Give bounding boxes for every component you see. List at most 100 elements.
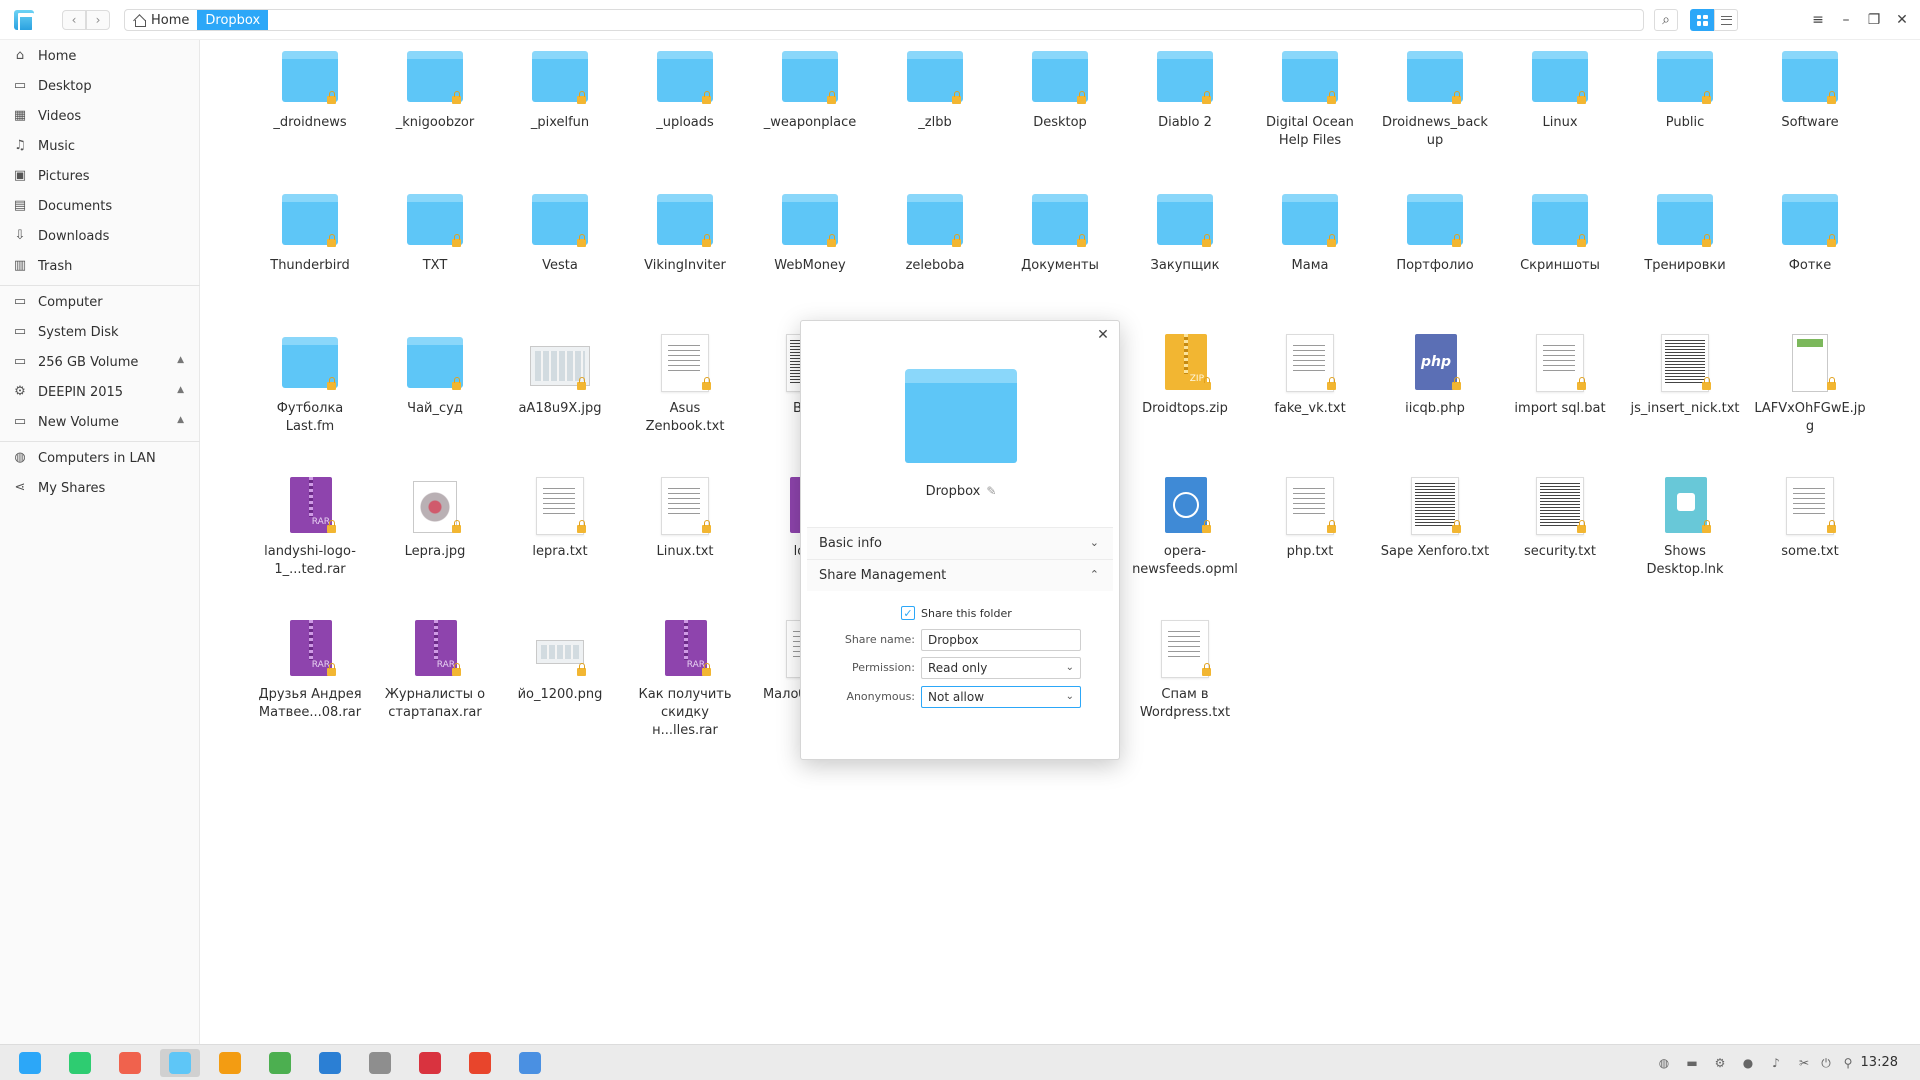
folder-item[interactable]: Скриншоты: [1500, 189, 1620, 275]
file-item[interactable]: Спам в Wordpress.txt: [1125, 618, 1245, 722]
forward-button[interactable]: ›: [86, 10, 110, 30]
sidebar-item-computers-in-lan[interactable]: ◍ Computers in LAN: [0, 445, 200, 471]
file-item[interactable]: lepra.txt: [500, 475, 620, 561]
folder-item[interactable]: Фотке: [1750, 189, 1870, 275]
network-tray-icon[interactable]: ◍: [1656, 1055, 1672, 1071]
share-folder-checkbox[interactable]: ✓: [901, 606, 915, 620]
file-item[interactable]: Shows Desktop.lnk: [1625, 475, 1745, 579]
sidebar-item-computer[interactable]: ▭ Computer: [0, 289, 200, 315]
folder-item[interactable]: Droidnews_back up: [1375, 46, 1495, 150]
sidebar-item-music[interactable]: ♫ Music: [0, 133, 200, 159]
sidebar-item-downloads[interactable]: ⇩ Downloads: [0, 223, 200, 249]
folder-item[interactable]: Digital Ocean Help Files: [1250, 46, 1370, 150]
dock-settings[interactable]: [360, 1049, 400, 1077]
dock-screen-recorder[interactable]: [110, 1049, 150, 1077]
folder-item[interactable]: TXT: [375, 189, 495, 275]
sidebar-item-system-disk[interactable]: ▭ System Disk: [0, 319, 200, 345]
file-item[interactable]: Как получить скидку н...lles.rar: [625, 618, 745, 740]
folder-item[interactable]: Мама: [1250, 189, 1370, 275]
sidebar-item-my-shares[interactable]: ⋖ My Shares: [0, 475, 200, 501]
dock-file-manager[interactable]: [160, 1049, 200, 1077]
dock-video-player[interactable]: [310, 1049, 350, 1077]
folder-item[interactable]: Public: [1625, 46, 1745, 132]
file-item[interactable]: Sape Xenforo.txt: [1375, 475, 1495, 561]
volume-icon[interactable]: ♪: [1768, 1055, 1784, 1071]
sidebar-item-256-gb-volume[interactable]: ▭ 256 GB Volume ▲: [0, 349, 200, 375]
file-item[interactable]: php.txt: [1250, 475, 1370, 561]
eject-icon[interactable]: ▲: [177, 355, 184, 365]
screenshot-icon[interactable]: ✂: [1796, 1055, 1812, 1071]
folder-item[interactable]: Портфолио: [1375, 189, 1495, 275]
file-item[interactable]: js_insert_nick.txt: [1625, 332, 1745, 418]
file-item[interactable]: fake_vk.txt: [1250, 332, 1370, 418]
share-management-section[interactable]: Share Management ⌃: [807, 559, 1113, 591]
notification-icon[interactable]: ●: [1740, 1055, 1756, 1071]
tray-app-icon[interactable]: ⚙: [1712, 1055, 1728, 1071]
folder-item[interactable]: Linux: [1500, 46, 1620, 132]
folder-item[interactable]: zeleboba: [875, 189, 995, 275]
minimize-button[interactable]: –: [1834, 9, 1858, 31]
menu-button[interactable]: ≡: [1806, 9, 1830, 31]
sidebar-item-home[interactable]: ⌂ Home: [0, 43, 200, 69]
sidebar-item-trash[interactable]: ▥ Trash: [0, 253, 200, 279]
anonymous-select[interactable]: Not allow ⌄: [921, 686, 1081, 708]
file-item[interactable]: Lepra.jpg: [375, 475, 495, 561]
folder-item[interactable]: Футболка Last.fm: [250, 332, 370, 436]
eject-icon[interactable]: ▲: [177, 415, 184, 425]
file-item[interactable]: landyshi-logo-1_...ted.rar: [250, 475, 370, 579]
file-item[interactable]: php iicqb.php: [1375, 332, 1495, 418]
file-item[interactable]: aA18u9X.jpg: [500, 332, 620, 418]
sidebar-item-deepin-2015[interactable]: ⚙ DEEPIN 2015 ▲: [0, 379, 200, 405]
folder-item[interactable]: Software: [1750, 46, 1870, 132]
folder-item[interactable]: WebMoney: [750, 189, 870, 275]
folder-item[interactable]: Desktop: [1000, 46, 1120, 132]
folder-item[interactable]: Diablo 2: [1125, 46, 1245, 132]
folder-item[interactable]: Тренировки: [1625, 189, 1745, 275]
file-item[interactable]: LAFVxOhFGwE.jpg: [1750, 332, 1870, 436]
dock-desktop[interactable]: [60, 1049, 100, 1077]
file-item[interactable]: Linux.txt: [625, 475, 745, 561]
file-item[interactable]: Asus Zenbook.txt: [625, 332, 745, 436]
edit-pencil-icon[interactable]: ✎: [986, 484, 996, 498]
back-button[interactable]: ‹: [62, 10, 86, 30]
usb-icon[interactable]: ⚲: [1840, 1055, 1856, 1071]
icon-view-button[interactable]: [1690, 9, 1714, 31]
sidebar-item-desktop[interactable]: ▭ Desktop: [0, 73, 200, 99]
folder-item[interactable]: Чай_суд: [375, 332, 495, 418]
dock-media-player[interactable]: [260, 1049, 300, 1077]
close-window-button[interactable]: ✕: [1890, 9, 1914, 31]
dialog-close-button[interactable]: ✕: [1095, 327, 1111, 343]
folder-item[interactable]: _droidnews: [250, 46, 370, 132]
file-item[interactable]: Droidtops.zip: [1125, 332, 1245, 418]
sidebar-item-pictures[interactable]: ▣ Pictures: [0, 163, 200, 189]
list-view-button[interactable]: [1714, 9, 1738, 31]
sidebar-item-new-volume[interactable]: ▭ New Volume ▲: [0, 409, 200, 435]
folder-item[interactable]: _zlbb: [875, 46, 995, 132]
file-item[interactable]: йо_1200.png: [500, 618, 620, 704]
dock-terminal[interactable]: [410, 1049, 450, 1077]
file-item[interactable]: some.txt: [1750, 475, 1870, 561]
folder-item[interactable]: Vesta: [500, 189, 620, 275]
dock-yandex-browser[interactable]: [460, 1049, 500, 1077]
folder-item[interactable]: VikingInviter: [625, 189, 745, 275]
share-name-input[interactable]: Dropbox: [921, 629, 1081, 651]
dock-qbittorrent[interactable]: [510, 1049, 550, 1077]
search-button[interactable]: ⌕: [1654, 9, 1678, 31]
basic-info-section[interactable]: Basic info ⌄: [807, 527, 1113, 559]
file-item[interactable]: Друзья Андрея Матвее...08.rar: [250, 618, 370, 722]
keyboard-layout-icon[interactable]: ▬: [1684, 1055, 1700, 1071]
eject-icon[interactable]: ▲: [177, 385, 184, 395]
folder-item[interactable]: _knigoobzor: [375, 46, 495, 132]
file-item[interactable]: Журналисты о стартапах.rar: [375, 618, 495, 722]
breadcrumb-dropbox[interactable]: Dropbox: [197, 10, 269, 30]
folder-item[interactable]: Документы: [1000, 189, 1120, 275]
sidebar-item-documents[interactable]: ▤ Documents: [0, 193, 200, 219]
file-item[interactable]: security.txt: [1500, 475, 1620, 561]
maximize-button[interactable]: ❐: [1862, 9, 1886, 31]
folder-item[interactable]: Закупщик: [1125, 189, 1245, 275]
dock-archive-manager[interactable]: [210, 1049, 250, 1077]
folder-item[interactable]: _uploads: [625, 46, 745, 132]
clock[interactable]: 13:28: [1861, 1045, 1898, 1080]
permission-select[interactable]: Read only ⌄: [921, 657, 1081, 679]
file-item[interactable]: opera-newsfeeds.opml: [1125, 475, 1245, 579]
